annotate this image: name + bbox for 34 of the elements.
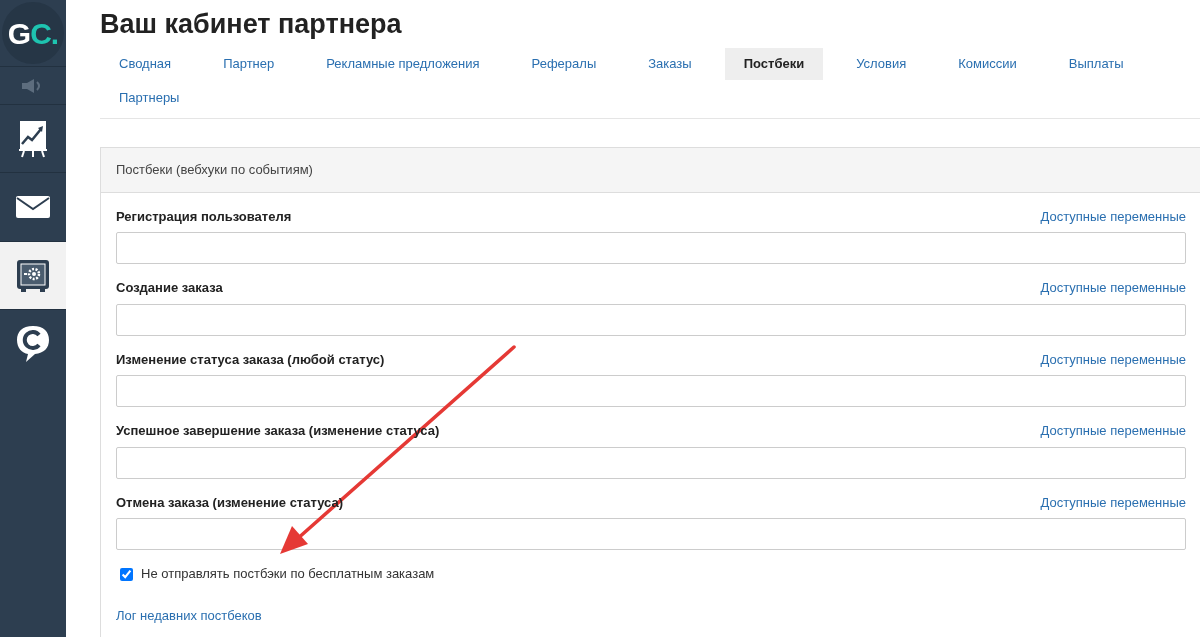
tab[interactable]: Партнеры: [100, 81, 199, 114]
input-field[interactable]: [116, 375, 1186, 408]
tab[interactable]: Рефералы: [512, 48, 616, 80]
logo[interactable]: GC.: [2, 2, 64, 64]
variables-link[interactable]: Доступные переменные: [1040, 492, 1186, 513]
tab[interactable]: Рекламные предложения: [307, 48, 499, 80]
variables-link[interactable]: Доступные переменные: [1040, 206, 1186, 227]
tab[interactable]: Условия: [837, 48, 926, 80]
envelope-icon: [16, 196, 50, 218]
field-label: Регистрация пользователя: [116, 207, 292, 226]
tab[interactable]: Выплаты: [1049, 48, 1143, 80]
tab[interactable]: Комиссии: [939, 48, 1036, 80]
field-label: Создание заказа: [116, 279, 223, 298]
chat-bubble-icon: [16, 324, 50, 363]
input-field[interactable]: [116, 518, 1186, 551]
tab[interactable]: Заказы: [629, 48, 711, 80]
log-link[interactable]: Лог недавних постбеков: [116, 605, 262, 626]
sidebar-item[interactable]: [0, 241, 66, 309]
variables-link[interactable]: Доступные переменные: [1040, 278, 1186, 298]
variables-link[interactable]: Доступные переменные: [1040, 349, 1186, 370]
variables-link[interactable]: Доступные переменные: [1040, 421, 1186, 441]
input-field[interactable]: [116, 232, 1186, 265]
tab[interactable]: Сводная: [100, 48, 191, 80]
tab[interactable]: Партнер: [204, 48, 294, 80]
safe-icon: [16, 258, 50, 293]
card-header: Постбеки (вебхуки по событиям): [101, 148, 1200, 193]
input-field[interactable]: [116, 446, 1186, 479]
page-title: Ваш кабинет партнера: [100, 8, 403, 41]
checkbox[interactable]: [120, 567, 133, 581]
tab[interactable]: Постбеки: [724, 48, 824, 80]
input-field[interactable]: [116, 303, 1186, 336]
checkbox-label[interactable]: Не отправлять постбэки по бесплатным заказам: [141, 564, 435, 584]
chart-board-icon: [19, 119, 47, 158]
field-label: Изменение статуса заказа (любой статус): [116, 350, 385, 369]
